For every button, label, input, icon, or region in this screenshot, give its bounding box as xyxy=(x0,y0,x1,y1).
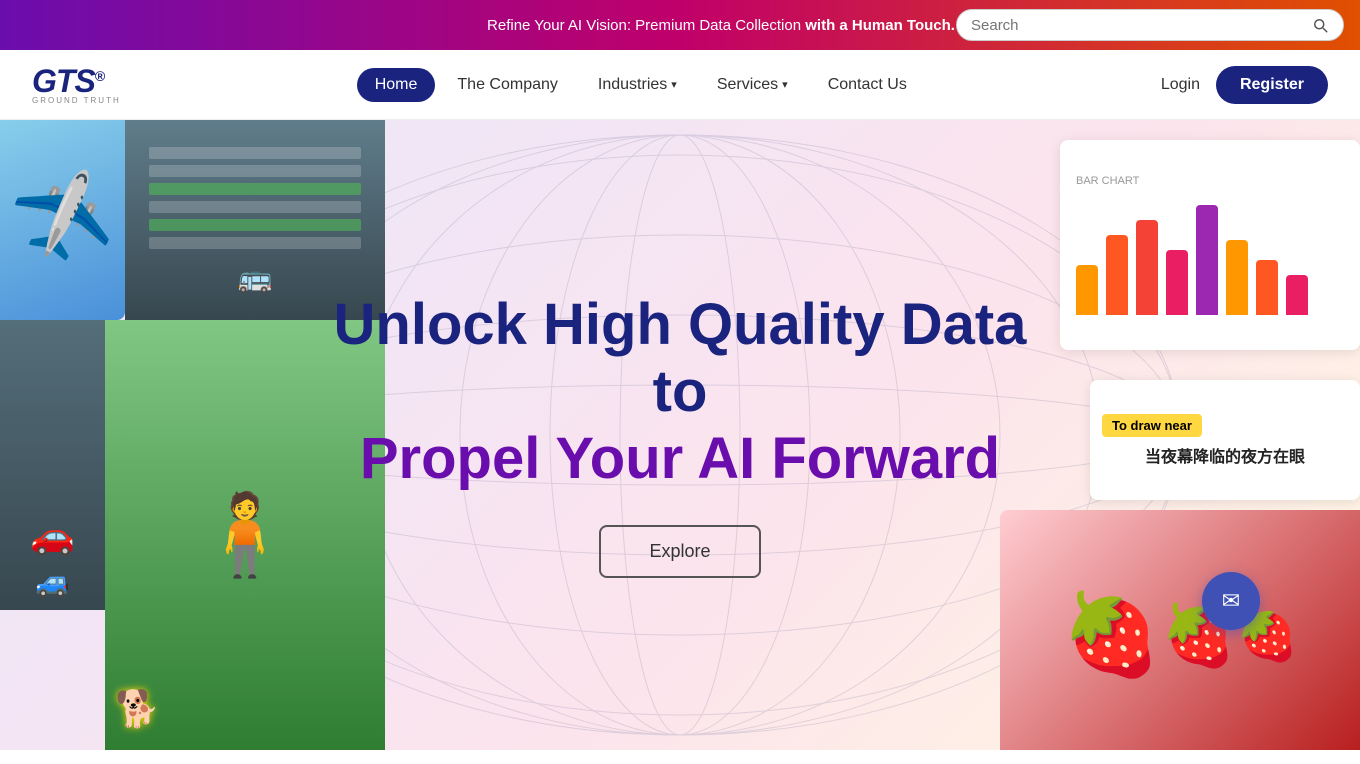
top-banner: Refine Your AI Vision: Premium Data Coll… xyxy=(0,0,1360,50)
nav: Home The Company Industries ▾ Services ▾… xyxy=(357,68,925,102)
header-right: Login Register xyxy=(1161,66,1328,104)
search-input[interactable] xyxy=(971,17,1311,34)
hero-right-collage: BAR CHART To draw near 当夜幕降临的夜方在眼 xyxy=(1000,120,1360,750)
logo-text: GTS® xyxy=(32,65,104,98)
dog-outline: 🐕 xyxy=(115,688,160,730)
register-button[interactable]: Register xyxy=(1216,66,1328,104)
email-float-button[interactable]: ✉ xyxy=(1202,572,1260,630)
banner-normal-text: Refine Your AI Vision: Premium Data Coll… xyxy=(487,17,805,34)
chart-bar-6 xyxy=(1226,240,1248,315)
chart-bars xyxy=(1076,195,1344,315)
logo[interactable]: GTS® GROUND TRUTH xyxy=(32,65,121,105)
nav-item-contact-us[interactable]: Contact Us xyxy=(810,68,925,102)
chart-bar-3 xyxy=(1136,220,1158,315)
text-card-yellow-label: To draw near xyxy=(1102,414,1202,437)
strawberry-image: 🍓 🍓 🍓 xyxy=(1000,510,1360,750)
plane-image: ✈️ xyxy=(0,120,125,320)
plane-emoji: ✈️ xyxy=(6,165,119,276)
bus-image: 🚗 🚙 xyxy=(0,320,105,610)
logo-tagline: GROUND TRUTH xyxy=(32,96,121,105)
person-emoji: 🧍 xyxy=(195,488,295,582)
chart-card: BAR CHART xyxy=(1060,140,1360,350)
chart-bar-4 xyxy=(1166,250,1188,315)
hero-content: Unlock High Quality Data to Propel Your … xyxy=(310,292,1050,577)
nav-item-industries[interactable]: Industries ▾ xyxy=(580,68,695,102)
hero-title: Unlock High Quality Data to Propel Your … xyxy=(330,292,1030,492)
banner-bold-text: with a Human Touch. xyxy=(805,17,955,34)
hero-section: ✈️ 🚌 🚗 🚙 🧍 🐕 xyxy=(0,120,1360,750)
nav-item-the-company[interactable]: The Company xyxy=(439,68,576,102)
chart-bar-7 xyxy=(1256,260,1278,315)
hero-title-line2: Propel Your AI Forward xyxy=(330,426,1030,493)
login-button[interactable]: Login xyxy=(1161,76,1200,94)
services-chevron-icon: ▾ xyxy=(782,78,788,91)
nav-item-home[interactable]: Home xyxy=(357,68,436,102)
text-card: To draw near 当夜幕降临的夜方在眼 xyxy=(1090,380,1360,500)
banner-text: Refine Your AI Vision: Premium Data Coll… xyxy=(486,17,956,34)
explore-button[interactable]: Explore xyxy=(599,525,760,578)
nav-item-services[interactable]: Services ▾ xyxy=(699,68,806,102)
hero-title-line1: Unlock High Quality Data to xyxy=(330,292,1030,425)
chart-bar-5 xyxy=(1196,205,1218,315)
chart-bar-8 xyxy=(1286,275,1308,315)
strawberry-emoji: 🍓 xyxy=(1062,588,1162,682)
bus-emoji: 🚌 xyxy=(238,261,273,294)
traffic-image: 🚌 xyxy=(125,120,385,320)
email-icon: ✉ xyxy=(1222,588,1240,614)
search-button[interactable] xyxy=(1311,16,1329,34)
chart-bar-2 xyxy=(1106,235,1128,315)
search-icon xyxy=(1311,16,1329,34)
text-card-chinese: 当夜幕降临的夜方在眼 xyxy=(1145,443,1305,467)
chart-label: BAR CHART xyxy=(1076,175,1344,187)
industries-chevron-icon: ▾ xyxy=(671,78,677,91)
chart-bar-1 xyxy=(1076,265,1098,315)
search-box[interactable] xyxy=(956,9,1344,41)
header: GTS® GROUND TRUTH Home The Company Indus… xyxy=(0,50,1360,120)
